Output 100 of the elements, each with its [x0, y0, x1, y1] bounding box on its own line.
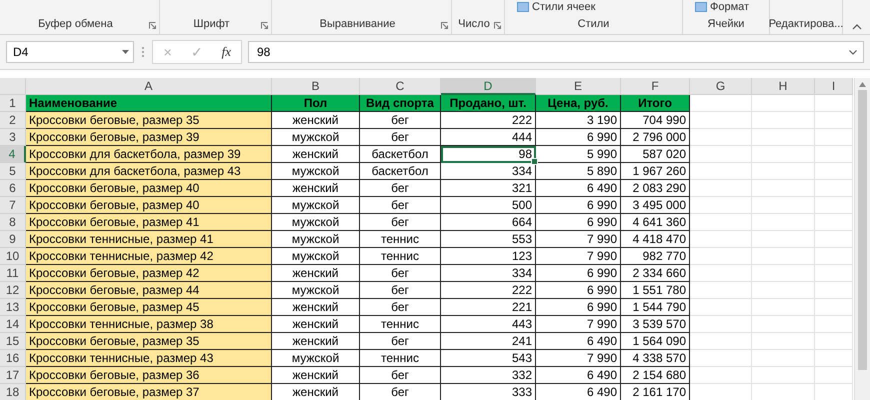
ribbon-group-label: Ячейки: [708, 18, 744, 30]
column-header[interactable]: F: [621, 78, 690, 95]
table-cell: Кроссовки теннисные, размер 42: [26, 248, 272, 265]
table-cell: бег: [360, 299, 441, 316]
dialog-launcher-icon[interactable]: [441, 22, 448, 29]
table-cell: баскетбол: [360, 163, 441, 180]
row-header[interactable]: 5: [0, 163, 26, 180]
table-cell: теннис: [360, 316, 441, 333]
expand-caret-icon[interactable]: [849, 50, 857, 54]
collapse-ribbon-icon[interactable]: [852, 24, 862, 30]
table-cell: мужской: [272, 129, 360, 146]
fill-handle[interactable]: [531, 158, 538, 165]
table-cell: 7 990: [536, 350, 621, 367]
column-title-cell: Итого: [621, 95, 690, 112]
column-title-cell: Наименование: [26, 95, 272, 112]
column-title-cell: Продано, шт.: [441, 95, 536, 112]
table-cell: 500: [441, 197, 536, 214]
table-cell: мужской: [272, 350, 360, 367]
ribbon-group-label: Шрифт: [193, 18, 230, 30]
row-header[interactable]: 10: [0, 248, 26, 265]
row-header[interactable]: 11: [0, 265, 26, 282]
ribbon-command[interactable]: Формат: [710, 1, 750, 13]
dropdown-caret-icon[interactable]: [122, 50, 129, 54]
dialog-launcher-icon[interactable]: [261, 22, 268, 29]
table-cell: мужской: [272, 282, 360, 299]
table-cell: женский: [272, 146, 360, 163]
table-cell: женский: [272, 367, 360, 384]
table-cell: 222: [441, 282, 536, 299]
table-cell: 1 967 260: [621, 163, 690, 180]
row-header[interactable]: 17: [0, 367, 26, 384]
name-box[interactable]: D4: [6, 41, 134, 63]
table-cell: Кроссовки для баскетбола, размер 43: [26, 163, 272, 180]
table-cell: 704 990: [621, 112, 690, 129]
row-header[interactable]: 15: [0, 333, 26, 350]
table-cell: 2 083 290: [621, 180, 690, 197]
row-header[interactable]: 6: [0, 180, 26, 197]
formula-input[interactable]: 98: [248, 41, 864, 63]
column-title-cell: Вид спорта: [360, 95, 441, 112]
table-cell: 4 641 360: [621, 214, 690, 231]
dialog-launcher-icon[interactable]: [149, 22, 156, 29]
table-cell: 5 990: [536, 146, 621, 163]
row-header[interactable]: 16: [0, 350, 26, 367]
row-header[interactable]: 18: [0, 384, 26, 400]
table-cell: 6 490: [536, 333, 621, 350]
row-header[interactable]: 14: [0, 316, 26, 333]
table-cell: Кроссовки теннисные, размер 41: [26, 231, 272, 248]
row-header[interactable]: 13: [0, 299, 26, 316]
row-header[interactable]: 8: [0, 214, 26, 231]
row-header[interactable]: 4: [0, 146, 26, 163]
column-header[interactable]: H: [752, 78, 815, 95]
table-cell: 1 564 090: [621, 333, 690, 350]
ribbon-command[interactable]: Стили ячеек: [532, 1, 596, 13]
row-header[interactable]: 3: [0, 129, 26, 146]
table-cell: 7 990: [536, 248, 621, 265]
column-header[interactable]: D: [441, 78, 536, 95]
table-cell: Кроссовки беговые, размер 42: [26, 265, 272, 282]
table-cell: 334: [441, 265, 536, 282]
table-cell: женский: [272, 180, 360, 197]
table-cell: 443: [441, 316, 536, 333]
row-header[interactable]: 1: [0, 95, 26, 112]
table-cell: бег: [360, 112, 441, 129]
table-cell: бег: [360, 197, 441, 214]
column-header[interactable]: B: [272, 78, 360, 95]
table-cell: мужской: [272, 214, 360, 231]
column-header[interactable]: C: [360, 78, 441, 95]
table-cell: женский: [272, 333, 360, 350]
vertical-scrollbar[interactable]: [854, 78, 870, 400]
ribbon-group-label: Число: [458, 18, 490, 30]
table-cell: 6 990: [536, 197, 621, 214]
table-cell: 982 770: [621, 248, 690, 265]
column-header[interactable]: E: [536, 78, 621, 95]
row-header[interactable]: 7: [0, 197, 26, 214]
table-cell: 553: [441, 231, 536, 248]
scroll-up-icon[interactable]: [859, 82, 866, 87]
table-cell: Кроссовки беговые, размер 37: [26, 384, 272, 400]
row-header[interactable]: 2: [0, 112, 26, 129]
table-cell: 3 495 000: [621, 197, 690, 214]
dialog-launcher-icon[interactable]: [494, 22, 501, 29]
insert-function-button[interactable]: fx: [212, 41, 241, 63]
table-cell: женский: [272, 112, 360, 129]
table-cell: бег: [360, 214, 441, 231]
table-cell: баскетбол: [360, 146, 441, 163]
table-cell: бег: [360, 129, 441, 146]
table-cell: 664: [441, 214, 536, 231]
row-header[interactable]: 12: [0, 282, 26, 299]
table-cell: теннис: [360, 248, 441, 265]
table-cell: Кроссовки беговые, размер 40: [26, 197, 272, 214]
table-cell: Кроссовки беговые, размер 36: [26, 367, 272, 384]
table-cell: 543: [441, 350, 536, 367]
ribbon-group-label: Выравнивание: [320, 18, 396, 30]
table-cell: 587 020: [621, 146, 690, 163]
table-cell: 6 990: [536, 282, 621, 299]
table-cell: Кроссовки беговые, размер 35: [26, 112, 272, 129]
row-header[interactable]: 9: [0, 231, 26, 248]
table-cell: 6 990: [536, 129, 621, 146]
column-header[interactable]: G: [690, 78, 752, 95]
column-header[interactable]: A: [26, 78, 272, 95]
column-header[interactable]: I: [815, 78, 853, 95]
splitter-handle[interactable]: [140, 47, 146, 57]
table-cell: 1 551 780: [621, 282, 690, 299]
